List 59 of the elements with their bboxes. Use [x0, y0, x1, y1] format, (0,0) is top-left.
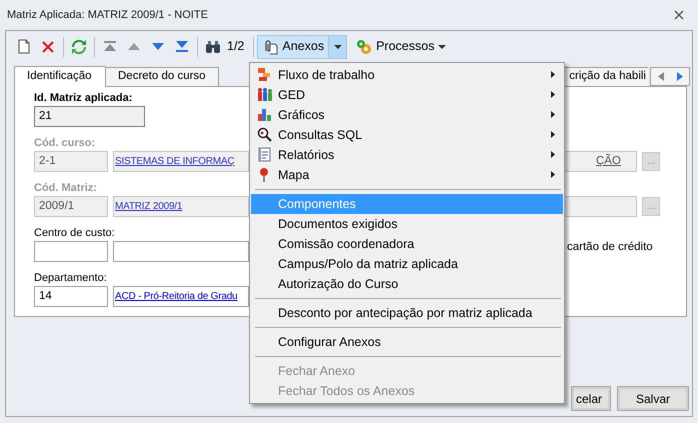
refresh-icon: [72, 38, 86, 54]
description-field[interactable]: ACD - Pró-Reitoria de Gradu: [113, 286, 249, 307]
tab[interactable]: Decreto do curso: [105, 67, 219, 86]
left-arrow-icon: [658, 72, 664, 81]
report-icon: [257, 147, 272, 163]
people-icon: [257, 87, 272, 103]
tab[interactable]: crição da habili: [564, 67, 648, 86]
description-field[interactable]: [564, 196, 637, 217]
menu-item[interactable]: GED: [251, 85, 563, 105]
checkbox-label: cartão de crédito: [567, 240, 653, 255]
right-arrow-icon: [676, 72, 682, 81]
menu-item[interactable]: Fluxo de trabalho: [251, 65, 563, 85]
dropdown-button[interactable]: Anexos: [257, 34, 330, 58]
bar-chart-icon: [257, 107, 272, 123]
menu-item[interactable]: Mapa: [251, 165, 563, 185]
close-icon: [674, 10, 684, 20]
menu-item[interactable]: Desconto por antecipação por matriz aplicada: [251, 303, 563, 323]
down-arrow-icon: [152, 42, 164, 50]
dropdown-button[interactable]: Processos: [351, 34, 452, 58]
code-field[interactable]: 14: [34, 286, 108, 307]
description-field[interactable]: [113, 241, 249, 262]
field-label: Id. Matriz aplicada:: [34, 91, 132, 106]
field-label: Cód. Matriz:: [34, 181, 97, 196]
menu-item[interactable]: Configurar Anexos: [251, 332, 563, 352]
code-field[interactable]: [34, 241, 108, 262]
submenu-arrow-icon: [551, 71, 555, 78]
caret-icon: [438, 44, 446, 48]
dialog-button[interactable]: celar: [572, 387, 610, 410]
first-icon: [104, 41, 116, 52]
menu-item[interactable]: Campus/Polo da matriz aplicada: [251, 254, 563, 274]
menu-item[interactable]: Relatórios: [251, 145, 563, 165]
tab[interactable]: Identificação: [14, 66, 106, 87]
up-arrow-icon: [128, 42, 140, 50]
field-label: Centro de custo:: [34, 226, 115, 241]
magnifier-icon: [257, 127, 272, 143]
submenu-arrow-icon: [551, 111, 555, 118]
document-icon: [18, 39, 30, 54]
submenu-arrow-icon: [551, 131, 555, 138]
menu-item[interactable]: Comissão coordenadora: [251, 234, 563, 254]
dropdown-toggle[interactable]: [328, 34, 348, 58]
dialog-button[interactable]: Salvar: [618, 387, 688, 410]
gears-icon: [356, 38, 372, 54]
window-title: Matriz Aplicada: MATRIZ 2009/1 - NOITE: [7, 8, 208, 23]
submenu-arrow-icon: [551, 91, 555, 98]
caret-icon: [334, 44, 342, 48]
record-position: 1/2: [226, 38, 246, 56]
last-icon: [176, 41, 188, 52]
menu-item[interactable]: Documentos exigidos: [251, 214, 563, 234]
close-icon: [42, 40, 54, 52]
menu-item[interactable]: Consultas SQL: [251, 125, 563, 145]
menu-item[interactable]: Gráficos: [251, 105, 563, 125]
submenu-arrow-icon: [551, 171, 555, 178]
menu-item[interactable]: Autorização do Curso: [251, 274, 563, 294]
blocks-icon: [257, 67, 272, 83]
field-label: Departamento:: [34, 271, 107, 286]
binoculars-icon: [205, 40, 221, 53]
field-label: Cód. curso:: [34, 136, 96, 151]
submenu-arrow-icon: [551, 151, 555, 158]
input-field[interactable]: 21: [34, 106, 145, 127]
